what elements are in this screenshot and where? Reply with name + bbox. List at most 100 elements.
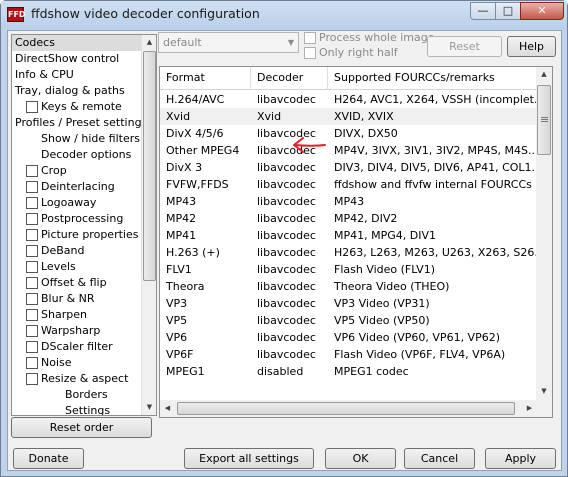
table-row[interactable]: H.264/AVC libavcodec H264, AVC1, X264, VSS… [160, 91, 538, 108]
scroll-down-arrow-icon[interactable]: ▼ [536, 384, 552, 399]
table-row[interactable]: Theora libavcodec Theora Video (THEO) [160, 278, 538, 295]
preset-select[interactable]: default ▼ [158, 32, 299, 53]
sidebar-item-label: Blur & NR [41, 292, 95, 305]
decoder-cell[interactable]: Xvid [251, 108, 328, 125]
checkbox-box[interactable] [304, 32, 316, 44]
chevron-down-icon: ▼ [287, 38, 294, 47]
list-scroll-thumb[interactable] [537, 85, 551, 155]
decoder-cell[interactable]: libavcodec [251, 261, 328, 278]
donate-button[interactable]: Donate [13, 448, 84, 469]
table-row[interactable]: VP6 libavcodec VP6 Video (VP60, VP61, VP62… [160, 329, 538, 346]
sidebar-item[interactable]: Codecs [12, 35, 142, 51]
table-row[interactable]: FLV1 libavcodec Flash Video (FLV1) [160, 261, 538, 278]
table-row[interactable]: DivX 3 libavcodec DIV3, DIV4, DIV5, DIV6, … [160, 159, 538, 176]
format-cell: FLV1 [166, 263, 192, 276]
fourcc-cell: Theora Video (THEO) [334, 280, 450, 293]
scroll-up-arrow-icon[interactable]: ▲ [536, 67, 552, 82]
sidebar-item-checkbox[interactable] [26, 197, 38, 209]
sidebar-item-checkbox[interactable] [26, 325, 38, 337]
table-row[interactable]: Xvid Xvid XVID, XVIX [160, 108, 538, 125]
format-cell: VP6F [166, 348, 194, 361]
decoder-cell[interactable]: libavcodec [251, 295, 328, 312]
format-cell: H.264/AVC [166, 93, 225, 106]
sidebar-item-checkbox[interactable] [26, 293, 38, 305]
scroll-up-arrow-icon[interactable]: ▲ [142, 35, 156, 50]
sidebar-item-label: DScaler filter [41, 340, 113, 353]
sidebar-item-label: Keys & remote [41, 100, 122, 113]
maximize-button[interactable]: □ [495, 2, 521, 20]
export-all-settings-button[interactable]: Export all settings [184, 448, 314, 469]
cancel-button[interactable]: Cancel [404, 448, 475, 469]
fourcc-cell: MPEG1 codec [334, 365, 409, 378]
table-row[interactable]: MP41 libavcodec MP41, MPG4, DIV1 [160, 227, 538, 244]
checkbox-box[interactable] [304, 47, 316, 59]
format-cell: DivX 3 [166, 161, 203, 174]
reset-button[interactable]: Reset [427, 36, 502, 57]
decoder-cell[interactable]: libavcodec [251, 244, 328, 261]
tree-scroll-thumb[interactable] [143, 51, 156, 281]
format-cell: VP6 [166, 331, 188, 344]
list-hscroll-thumb[interactable] [177, 402, 515, 415]
list-vertical-scrollbar[interactable]: ▲ ▼ [536, 67, 552, 400]
decoder-cell[interactable]: libavcodec [251, 193, 328, 210]
close-button[interactable]: ✕ [520, 2, 564, 20]
sidebar-item-label: Codecs [15, 36, 55, 49]
table-row[interactable]: Other MPEG4 libavcodec MP4V, 3IVX, 3IV1, 3… [160, 142, 538, 159]
codecs-list[interactable]: Format Decoder Supported FOURCCs/remarks… [159, 66, 553, 418]
reset-order-button[interactable]: Reset order [11, 417, 152, 438]
table-row[interactable]: VP5 libavcodec VP5 Video (VP50) [160, 312, 538, 329]
settings-tree[interactable]: Codecs DirectShow control Info & CPU Tray, … [11, 34, 157, 416]
help-button[interactable]: Help [507, 36, 556, 57]
table-row[interactable]: FVFW,FFDS libavcodec ffdshow and ffvfw int… [160, 176, 538, 193]
table-row[interactable]: VP6F libavcodec Flash Video (VP6F, FLV4, V… [160, 346, 538, 363]
sidebar-item-checkbox[interactable] [26, 373, 38, 385]
sidebar-item-checkbox[interactable] [26, 309, 38, 321]
sidebar-item-checkbox[interactable] [26, 277, 38, 289]
fourcc-cell: MP43 [334, 195, 365, 208]
ok-button[interactable]: OK [325, 448, 396, 469]
sidebar-item-checkbox[interactable] [26, 341, 38, 353]
decoder-cell[interactable]: libavcodec [251, 91, 328, 108]
scroll-right-arrow-icon[interactable]: ▶ [522, 401, 537, 416]
table-row[interactable]: DivX 4/5/6 libavcodec DIVX, DX50 [160, 125, 538, 142]
grip-line [541, 121, 548, 122]
table-row[interactable]: MPEG1 disabled MPEG1 codec [160, 363, 538, 380]
title-bar[interactable]: FFD ffdshow video decoder configuration … [1, 1, 567, 29]
scrollbar-corner [536, 400, 552, 417]
format-cell: H.263 (+) [166, 246, 220, 259]
apply-button[interactable]: Apply [485, 448, 556, 469]
format-cell: Theora [166, 280, 205, 293]
sidebar-item-checkbox[interactable] [26, 357, 38, 369]
table-row[interactable]: MP42 libavcodec MP42, DIV2 [160, 210, 538, 227]
scroll-down-arrow-icon[interactable]: ▼ [142, 400, 156, 415]
scroll-left-arrow-icon[interactable]: ◀ [160, 401, 175, 416]
tree-scrollbar[interactable]: ▲ ▼ [141, 35, 156, 415]
sidebar-item-checkbox[interactable] [26, 261, 38, 273]
sidebar-item-checkbox[interactable] [26, 181, 38, 193]
decoder-cell[interactable]: libavcodec [251, 159, 328, 176]
column-header-fourccs[interactable]: Supported FOURCCs/remarks [328, 67, 538, 90]
decoder-cell[interactable]: libavcodec [251, 346, 328, 363]
column-header-format[interactable]: Format [160, 67, 251, 90]
sidebar-item-checkbox[interactable] [26, 165, 38, 177]
decoder-cell[interactable]: disabled [251, 363, 328, 380]
sidebar-item-checkbox[interactable] [26, 245, 38, 257]
sidebar-item-checkbox[interactable] [26, 213, 38, 225]
decoder-cell[interactable]: libavcodec [251, 329, 328, 346]
decoder-cell[interactable]: libavcodec [251, 312, 328, 329]
minimize-button[interactable]: — [470, 2, 496, 20]
sidebar-item-checkbox[interactable] [26, 101, 38, 113]
decoder-cell[interactable]: libavcodec [251, 210, 328, 227]
decoder-cell[interactable]: libavcodec [251, 227, 328, 244]
fourcc-cell: MP41, MPG4, DIV1 [334, 229, 436, 242]
table-row[interactable]: VP3 libavcodec VP3 Video (VP31) [160, 295, 538, 312]
list-horizontal-scrollbar[interactable]: ◀ ▶ [160, 400, 538, 417]
decoder-cell[interactable]: libavcodec [251, 278, 328, 295]
only-right-half-label: Only right half [319, 46, 398, 59]
table-row[interactable]: H.263 (+) libavcodec H263, L263, M263, U26… [160, 244, 538, 261]
sidebar-item-label: Noise [41, 356, 72, 369]
sidebar-item-checkbox[interactable] [26, 229, 38, 241]
decoder-cell[interactable]: libavcodec [251, 176, 328, 193]
table-row[interactable]: MP43 libavcodec MP43 [160, 193, 538, 210]
column-header-decoder[interactable]: Decoder [251, 67, 328, 90]
